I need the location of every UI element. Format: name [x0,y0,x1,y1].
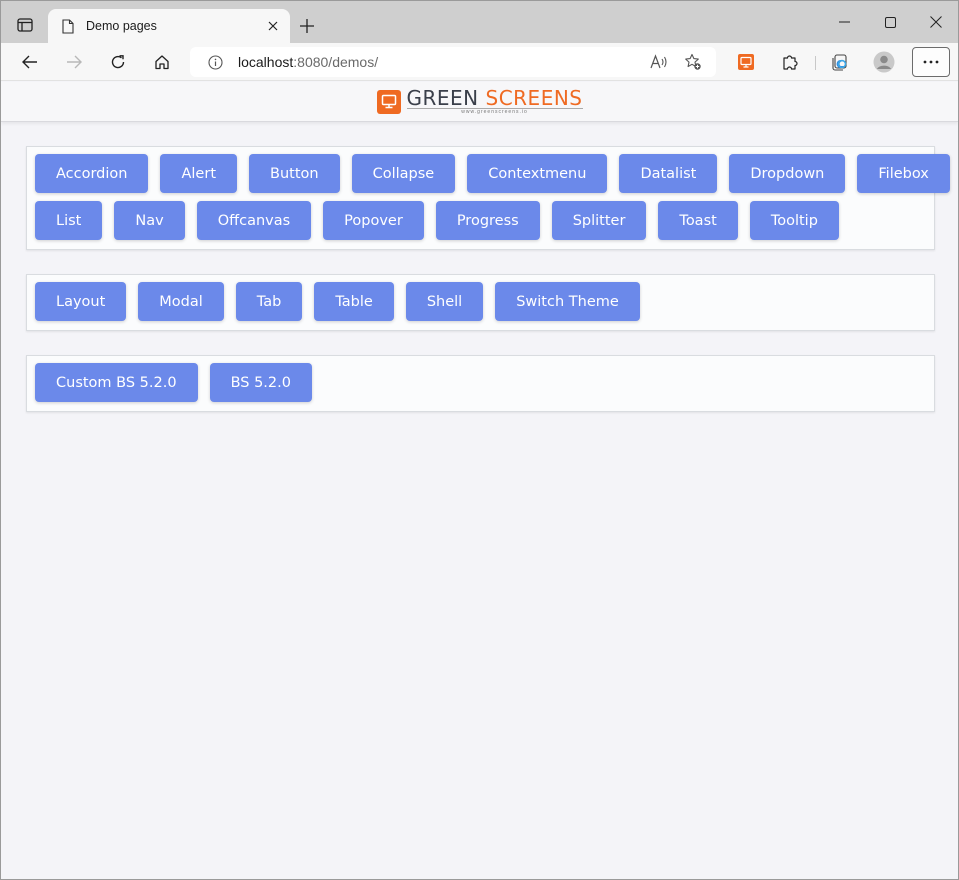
tab-actions-icon[interactable] [10,11,40,39]
table-button[interactable]: Table [314,282,394,321]
progress-button[interactable]: Progress [435,201,540,240]
greenscreens-extension-icon[interactable] [731,47,761,77]
button-row: Accordion Alert Button Collapse Contextmenu D… [35,154,950,193]
page-icon [60,17,76,35]
page-header: GREEN SCREENS www.greenscreens.io [1,82,958,122]
logo-text: GREEN SCREENS www.greenscreens.io [406,86,583,115]
splitter-button[interactable]: Splitter [551,201,647,240]
switch-theme-button[interactable]: Switch Theme [495,282,640,321]
read-aloud-icon[interactable] [646,49,672,75]
demo-group-components: Accordion Alert Button Collapse Contextmenu D… [26,146,950,250]
url-text[interactable]: localhost:8080/demos/ [238,54,646,70]
button-button[interactable]: Button [249,154,340,193]
contextmenu-button[interactable]: Contextmenu [467,154,608,193]
tab-strip: Demo pages [1,1,958,43]
layout-button[interactable]: Layout [35,282,127,321]
accordion-button[interactable]: Accordion [35,154,149,193]
close-icon[interactable] [262,15,284,37]
browser-toolbar: localhost:8080/demos/ [1,43,958,81]
alert-button[interactable]: Alert [160,154,237,193]
puzzle-icon[interactable] [775,47,805,77]
logo-word-screens: SCREENS [485,86,583,110]
reload-icon[interactable] [103,47,133,77]
add-favorite-icon[interactable] [680,49,706,75]
minimize-icon[interactable] [821,7,867,37]
toast-button[interactable]: Toast [658,201,738,240]
url-path: :8080/demos/ [293,54,379,70]
datalist-button[interactable]: Datalist [619,154,718,193]
page-content: GREEN SCREENS www.greenscreens.io Accord… [1,82,958,879]
button-row: Custom BS 5.2.0 BS 5.2.0 [35,363,934,402]
logo-tagline: www.greenscreens.io [406,108,583,115]
bs-5-2-0-button[interactable]: BS 5.2.0 [209,363,312,402]
address-bar[interactable]: localhost:8080/demos/ [190,47,716,77]
shell-button[interactable]: Shell [405,282,484,321]
list-button[interactable]: List [35,201,103,240]
info-icon[interactable] [207,54,223,70]
filebox-button[interactable]: Filebox [857,154,950,193]
custom-bs-5-2-0-button[interactable]: Custom BS 5.2.0 [35,363,198,402]
collections-icon[interactable] [825,47,855,77]
window-close-icon[interactable] [913,7,958,37]
demo-group-bootstrap: Custom BS 5.2.0 BS 5.2.0 [26,355,935,412]
profile-icon[interactable] [869,47,899,77]
modal-button[interactable]: Modal [138,282,224,321]
url-host: localhost [238,54,294,70]
greenscreens-logo: GREEN SCREENS www.greenscreens.io [376,86,583,115]
home-icon[interactable] [147,47,177,77]
tab-button[interactable]: Tab [235,282,303,321]
logo-word-green: GREEN [406,86,479,110]
browser-window: Demo pages localhost:8080/demos/ GREEN S… [0,0,959,880]
forward-arrow-icon[interactable] [59,47,89,77]
tooltip-button[interactable]: Tooltip [749,201,839,240]
more-icon[interactable] [912,47,950,77]
offcanvas-button[interactable]: Offcanvas [196,201,312,240]
collapse-button[interactable]: Collapse [351,154,456,193]
popover-button[interactable]: Popover [323,201,424,240]
back-arrow-icon[interactable] [15,47,45,77]
nav-button[interactable]: Nav [114,201,185,240]
dropdown-button[interactable]: Dropdown [729,154,846,193]
maximize-icon[interactable] [867,7,913,37]
browser-tab[interactable]: Demo pages [48,9,290,43]
button-row: Layout Modal Tab Table Shell Switch Theme [35,282,934,321]
toolbar-divider [815,56,816,70]
monitor-icon [376,89,401,114]
demo-group-layouts: Layout Modal Tab Table Shell Switch Theme [26,274,935,331]
tab-title: Demo pages [86,19,157,33]
button-row: List Nav Offcanvas Popover Progress Splitter T… [35,201,934,240]
plus-icon[interactable] [293,12,321,40]
